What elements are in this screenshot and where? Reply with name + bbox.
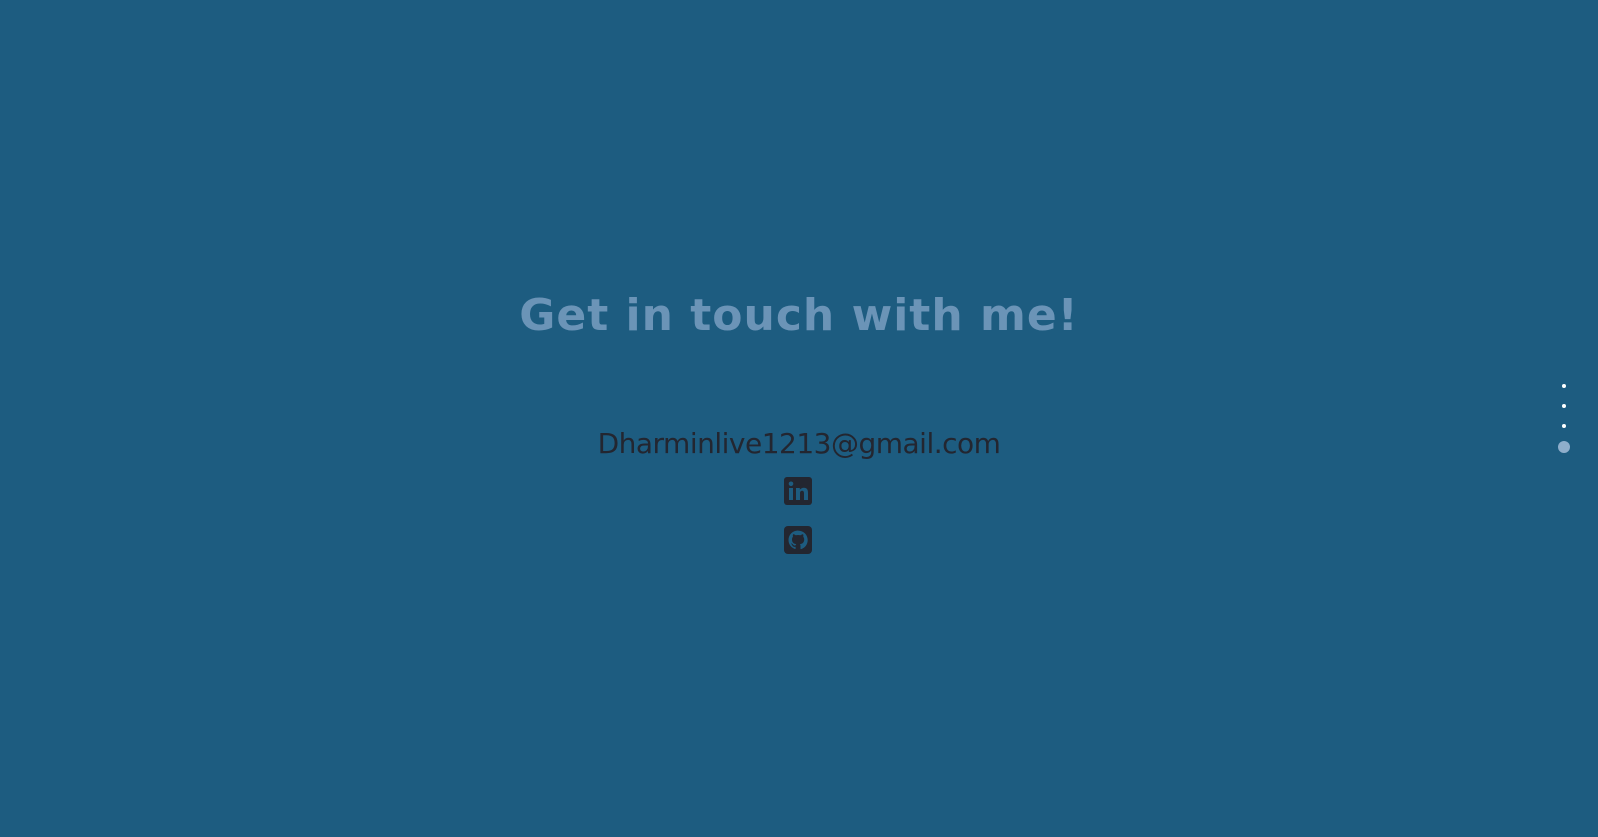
section-dot[interactable]	[1562, 404, 1566, 408]
section-dot-active[interactable]	[1558, 441, 1570, 453]
email-link[interactable]: Dharminlive1213@gmail.com	[0, 424, 1598, 464]
linkedin-link[interactable]	[783, 476, 813, 506]
github-link[interactable]	[783, 525, 813, 555]
linkedin-icon	[784, 477, 812, 505]
section-dot[interactable]	[1562, 424, 1566, 428]
page-title: Get in touch with me!	[519, 290, 1079, 341]
contact-page: Get in touch with me! Dharminlive1213@gm…	[0, 0, 1598, 837]
section-dot[interactable]	[1562, 384, 1566, 388]
contact-section: Get in touch with me! Dharminlive1213@gm…	[0, 0, 1598, 837]
github-icon	[784, 526, 812, 554]
